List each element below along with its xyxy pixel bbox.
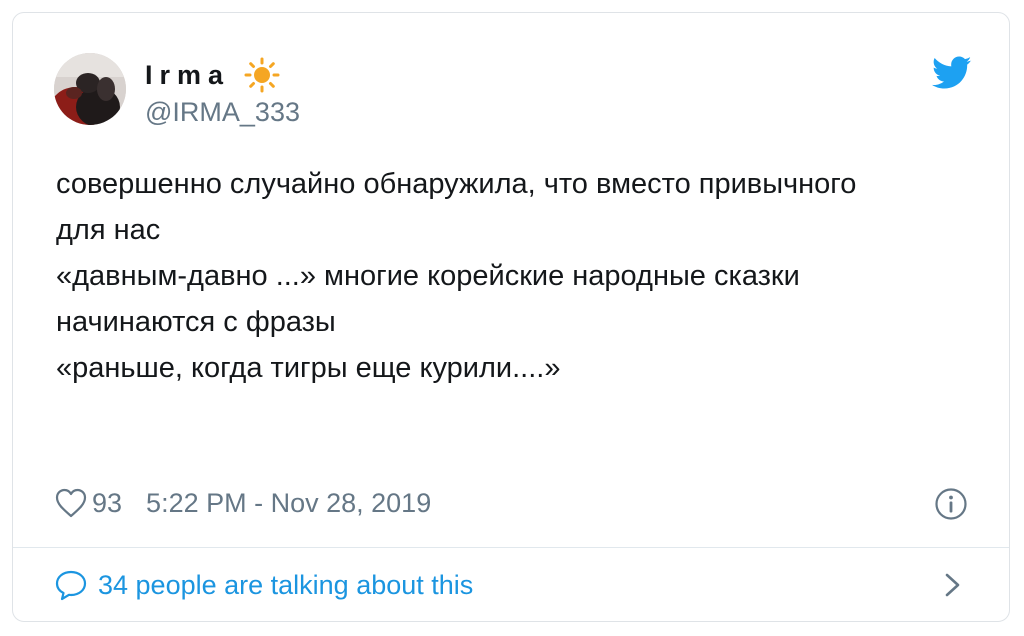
sun-icon [244, 57, 280, 93]
user-handle[interactable]: @IRMA_333 [145, 97, 300, 128]
tweet-meta: 93 5:22 PM - Nov 28, 2019 [54, 483, 431, 523]
tweet-text-line: для нас [56, 214, 161, 246]
display-name[interactable]: Irma [145, 57, 280, 93]
tweet-timestamp[interactable]: 5:22 PM - Nov 28, 2019 [146, 488, 431, 519]
display-name-text: Irma [145, 59, 231, 90]
tweet-text-line: «раньше, когда тигры еще курили....» [56, 352, 561, 384]
tweet-text-line: «давным-давно ...» многие корейские наро… [56, 260, 800, 292]
avatar-image [54, 53, 126, 125]
tweet-text: совершенно случайно обнаружила, что вмес… [56, 161, 976, 391]
tweet-text-line: совершенно случайно обнаружила, что вмес… [56, 168, 857, 200]
info-icon[interactable] [934, 487, 968, 521]
user-avatar[interactable] [54, 53, 126, 125]
like-button[interactable]: 93 [54, 487, 122, 519]
like-count: 93 [92, 487, 123, 518]
speech-bubble-icon [54, 569, 88, 601]
conversation-link[interactable]: 34 people are talking about this [54, 565, 473, 605]
heart-icon [54, 487, 88, 519]
footer-divider [13, 547, 1009, 548]
tweet-card: Irma @IRMA_333 совершенно случайно обнар… [12, 12, 1010, 622]
tweet-text-line: начинаются с фразы [56, 306, 336, 338]
conversation-label: 34 people are talking about this [98, 569, 474, 600]
twitter-bird-icon[interactable] [932, 56, 972, 90]
chevron-right-icon[interactable] [941, 569, 965, 601]
